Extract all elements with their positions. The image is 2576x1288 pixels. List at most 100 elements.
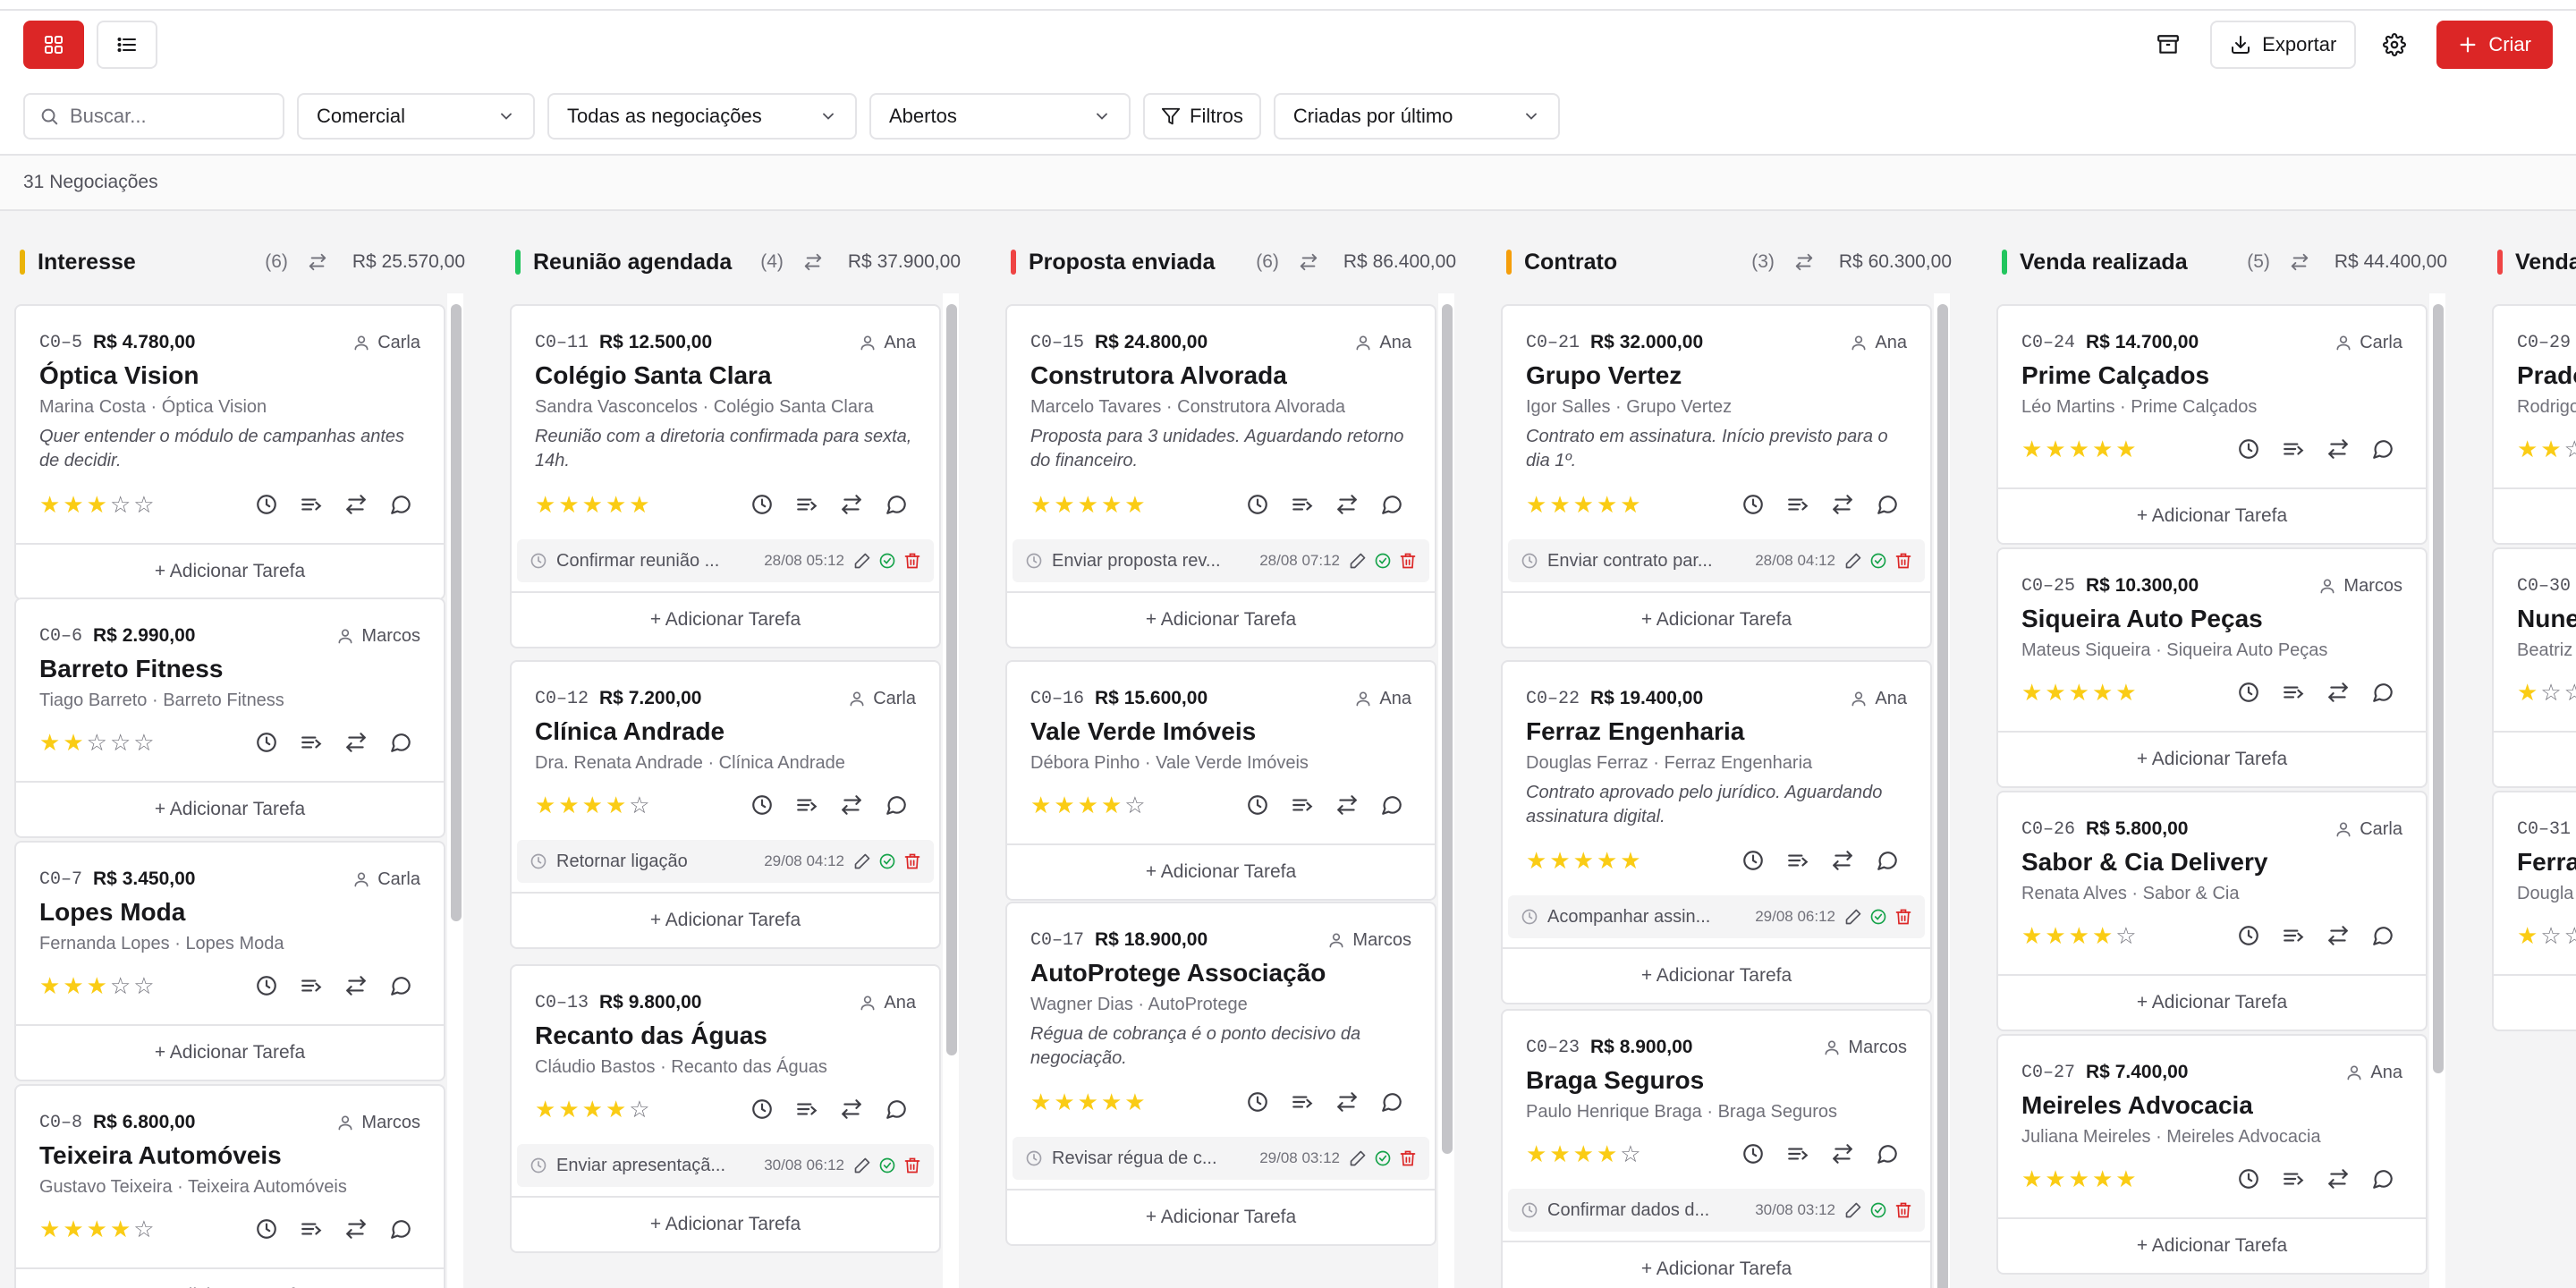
move-stage-icon[interactable] bbox=[1290, 1089, 1315, 1114]
deal-company-name[interactable]: Ferra bbox=[2517, 848, 2576, 877]
star-icon[interactable]: ★ bbox=[1054, 793, 1074, 817]
star-icon[interactable]: ★ bbox=[2517, 924, 2538, 947]
trash-icon[interactable] bbox=[1399, 552, 1417, 570]
star-icon[interactable]: ★ bbox=[2540, 437, 2561, 461]
comment-icon[interactable] bbox=[884, 492, 909, 517]
star-icon[interactable]: ★ bbox=[1078, 493, 1098, 516]
clock-icon[interactable] bbox=[2236, 1166, 2261, 1191]
column-scroll-thumb[interactable] bbox=[451, 304, 462, 921]
move-stage-icon[interactable] bbox=[1290, 792, 1315, 818]
transfer-icon[interactable] bbox=[2326, 436, 2351, 462]
star-icon[interactable]: ★ bbox=[2517, 681, 2538, 704]
star-icon[interactable]: ★ bbox=[2092, 437, 2113, 461]
star-icon[interactable]: ☆ bbox=[133, 974, 154, 997]
deal-company-name[interactable]: Clínica Andrade bbox=[535, 717, 916, 746]
star-icon[interactable]: ★ bbox=[1526, 849, 1546, 872]
add-task-button[interactable]: + Adicionar Tarefa bbox=[512, 591, 939, 647]
sort-select[interactable]: Criadas por último bbox=[1273, 93, 1560, 140]
clock-icon[interactable] bbox=[254, 973, 279, 998]
star-icon[interactable]: ★ bbox=[2092, 681, 2113, 704]
star-icon[interactable]: ★ bbox=[1526, 493, 1546, 516]
star-icon[interactable]: ★ bbox=[2092, 924, 2113, 947]
move-stage-icon[interactable] bbox=[2281, 436, 2306, 462]
task-item[interactable]: Retornar ligação 29/08 04:12 bbox=[517, 840, 934, 883]
move-stage-icon[interactable] bbox=[2281, 680, 2306, 705]
deal-card[interactable]: C0–5 R$ 4.780,00 Carla Óptica Vision Marina … bbox=[14, 304, 445, 600]
transfer-icon[interactable] bbox=[1335, 792, 1360, 818]
star-icon[interactable]: ★ bbox=[535, 493, 555, 516]
star-icon[interactable]: ★ bbox=[39, 731, 60, 754]
star-icon[interactable]: ★ bbox=[63, 731, 83, 754]
column-scroll-thumb[interactable] bbox=[946, 304, 957, 1055]
transfer-icon[interactable] bbox=[1830, 848, 1855, 873]
star-icon[interactable]: ★ bbox=[87, 493, 107, 516]
pencil-icon[interactable] bbox=[1844, 908, 1862, 926]
deal-rating[interactable]: ★ ★ ★ ☆ ☆ bbox=[39, 493, 155, 516]
deal-card[interactable]: C0–22 R$ 19.400,00 Ana Ferraz Engenharia Dou… bbox=[1501, 660, 1932, 1004]
column-scroll-thumb[interactable] bbox=[2433, 304, 2444, 1073]
pencil-icon[interactable] bbox=[1349, 1149, 1367, 1167]
transfer-icon[interactable] bbox=[839, 1097, 864, 1122]
star-icon[interactable]: ★ bbox=[1549, 1142, 1570, 1165]
clock-icon[interactable] bbox=[750, 792, 775, 818]
move-stage-icon[interactable] bbox=[299, 492, 324, 517]
add-task-button[interactable]: + Adicionar Tarefa bbox=[1007, 843, 1435, 899]
deal-rating[interactable]: ★ ★ ★ ★ ☆ bbox=[2021, 924, 2137, 947]
task-item[interactable]: Acompanhar assin... 29/08 06:12 bbox=[1508, 895, 1925, 938]
deal-rating[interactable]: ★ ★ ★ ★ ☆ bbox=[535, 793, 650, 817]
move-stage-icon[interactable] bbox=[1785, 1141, 1810, 1166]
comment-icon[interactable] bbox=[2370, 1166, 2395, 1191]
deal-card[interactable]: C0–23 R$ 8.900,00 Marcos Braga Seguros Paulo… bbox=[1501, 1009, 1932, 1288]
task-item[interactable]: Confirmar dados d... 30/08 03:12 bbox=[1508, 1189, 1925, 1232]
move-stage-icon[interactable] bbox=[794, 792, 819, 818]
deal-company-name[interactable]: Construtora Alvorada bbox=[1030, 361, 1411, 390]
transfer-icon[interactable] bbox=[343, 973, 369, 998]
star-icon[interactable]: ★ bbox=[1549, 849, 1570, 872]
deal-company-name[interactable]: Prado bbox=[2517, 361, 2576, 390]
star-icon[interactable]: ★ bbox=[2517, 437, 2538, 461]
add-task-button[interactable]: + Adicionar Tarefa bbox=[512, 892, 939, 947]
check-circle-icon[interactable] bbox=[1374, 552, 1392, 570]
deal-company-name[interactable]: Grupo Vertez bbox=[1526, 361, 1907, 390]
reorder-icon[interactable] bbox=[803, 252, 823, 272]
task-item[interactable]: Confirmar reunião ... 28/08 05:12 bbox=[517, 539, 934, 582]
star-icon[interactable]: ☆ bbox=[133, 731, 154, 754]
check-circle-icon[interactable] bbox=[878, 852, 896, 870]
status-select[interactable]: Abertos bbox=[869, 93, 1131, 140]
comment-icon[interactable] bbox=[2370, 923, 2395, 948]
scope-select[interactable]: Todas as negociações bbox=[547, 93, 857, 140]
star-icon[interactable]: ★ bbox=[1597, 493, 1617, 516]
settings-button[interactable] bbox=[2370, 21, 2419, 69]
star-icon[interactable]: ★ bbox=[1054, 1090, 1074, 1114]
reorder-icon[interactable] bbox=[308, 252, 327, 272]
move-stage-icon[interactable] bbox=[2281, 923, 2306, 948]
star-icon[interactable]: ☆ bbox=[2564, 437, 2576, 461]
trash-icon[interactable] bbox=[903, 1157, 921, 1174]
star-icon[interactable]: ★ bbox=[2021, 924, 2042, 947]
star-icon[interactable]: ☆ bbox=[2115, 924, 2136, 947]
deal-company-name[interactable]: Braga Seguros bbox=[1526, 1066, 1907, 1095]
star-icon[interactable]: ★ bbox=[2045, 437, 2065, 461]
deal-rating[interactable]: ★ ★ ★ ★ ★ bbox=[2021, 1167, 2137, 1191]
deal-rating[interactable]: ★★☆☆☆ bbox=[2517, 437, 2576, 461]
task-item[interactable]: Enviar apresentaçã... 30/08 06:12 bbox=[517, 1144, 934, 1187]
task-item[interactable]: Revisar régua de c... 29/08 03:12 bbox=[1013, 1137, 1429, 1180]
comment-icon[interactable] bbox=[1379, 1089, 1404, 1114]
deal-card[interactable]: C0–25 R$ 10.300,00 Marcos Siqueira Auto Peç… bbox=[1996, 547, 2428, 788]
star-icon[interactable]: ★ bbox=[63, 974, 83, 997]
star-icon[interactable]: ☆ bbox=[110, 731, 131, 754]
star-icon[interactable]: ★ bbox=[2069, 681, 2089, 704]
deal-rating[interactable]: ★☆☆☆☆ bbox=[2517, 681, 2576, 704]
star-icon[interactable]: ☆ bbox=[110, 974, 131, 997]
move-stage-icon[interactable] bbox=[794, 492, 819, 517]
add-task-button[interactable]: + Adicionar Tarefa bbox=[1998, 974, 2426, 1030]
search-box[interactable] bbox=[23, 93, 284, 140]
check-circle-icon[interactable] bbox=[1869, 552, 1887, 570]
trash-icon[interactable] bbox=[1894, 552, 1912, 570]
star-icon[interactable]: ★ bbox=[1030, 793, 1051, 817]
deal-company-name[interactable]: Teixeira Automóveis bbox=[39, 1141, 420, 1170]
pencil-icon[interactable] bbox=[1349, 552, 1367, 570]
deal-company-name[interactable]: Nune bbox=[2517, 605, 2576, 633]
pencil-icon[interactable] bbox=[853, 1157, 871, 1174]
clock-icon[interactable] bbox=[254, 730, 279, 755]
